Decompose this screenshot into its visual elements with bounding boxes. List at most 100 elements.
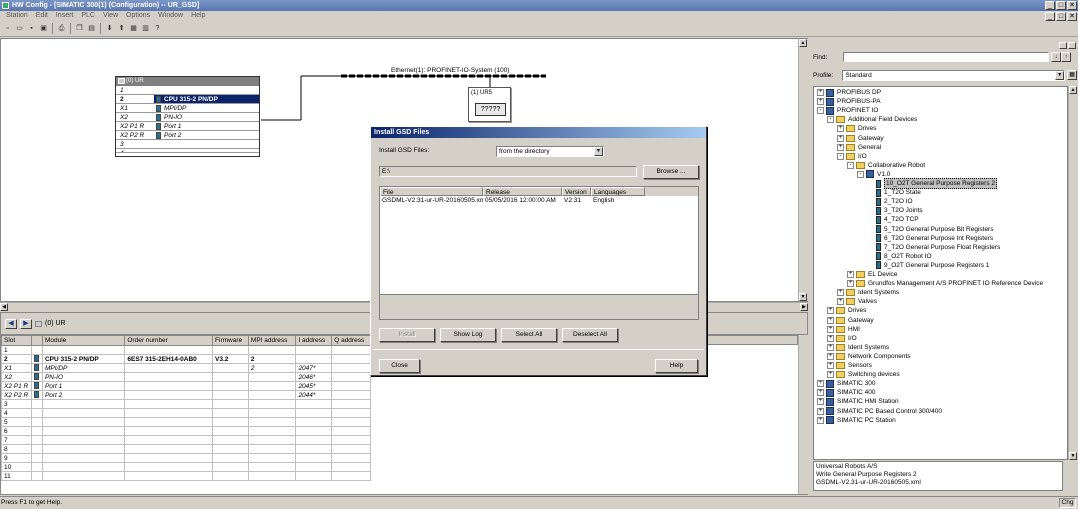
collapse-icon[interactable]: - xyxy=(817,107,824,115)
minimize-button[interactable]: _ xyxy=(1045,1,1055,10)
tree-node[interactable]: + Ident Systems xyxy=(827,343,889,352)
tree-node[interactable]: + General xyxy=(837,143,881,152)
tree-node[interactable]: - Collaborative Robot xyxy=(847,161,925,170)
menu-plc[interactable]: PLC xyxy=(77,11,99,21)
table-row[interactable]: 2 CPU 315-2 PN/DP 6ES7 315-2EH14-0AB0 V3.2 2 xyxy=(1,354,371,364)
table-row[interactable]: 9 xyxy=(1,453,371,463)
expand-icon[interactable]: + xyxy=(827,352,834,360)
column-release[interactable]: Release xyxy=(483,187,562,196)
menu-edit[interactable]: Edit xyxy=(32,11,52,21)
module-table[interactable]: Slot Module Order number Firmware MPI ad… xyxy=(1,335,371,481)
expand-icon[interactable]: + xyxy=(847,280,854,288)
forward-arrow-icon[interactable]: ▶ xyxy=(20,318,32,329)
tree-node[interactable]: 10_O2T General Purpose Registers 2 xyxy=(867,178,997,189)
expand-icon[interactable]: + xyxy=(827,362,834,369)
menu-options[interactable]: Options xyxy=(122,11,154,21)
expand-icon[interactable]: + xyxy=(817,98,824,106)
rack-row[interactable]: X2 PN-IO xyxy=(116,113,259,122)
column-i-address[interactable]: I address xyxy=(295,335,333,346)
expand-icon[interactable]: + xyxy=(817,407,824,415)
expand-icon[interactable]: + xyxy=(827,316,834,324)
browse-button[interactable]: Browse ... xyxy=(643,165,699,179)
tree-node[interactable]: 8_O2T Robot IO xyxy=(867,252,932,261)
table-row[interactable]: 11 xyxy=(1,471,371,481)
upload-icon[interactable]: ⬆ xyxy=(116,23,127,34)
collapse-icon[interactable]: - xyxy=(847,161,854,169)
doc-restore-button[interactable]: □ xyxy=(1056,12,1066,21)
expand-icon[interactable]: + xyxy=(827,371,834,379)
catalog-tree[interactable]: + PROFIBUS DP + PROFIBUS-PA - PROFINET IO - Add… xyxy=(813,86,1068,460)
scroll-up-arrow[interactable]: ▲ xyxy=(799,39,807,47)
expand-icon[interactable]: + xyxy=(827,334,834,342)
scroll-up-arrow[interactable]: ▲ xyxy=(1069,86,1077,94)
column-languages[interactable]: Languages xyxy=(591,187,645,196)
new-icon[interactable]: ▫ xyxy=(2,23,13,34)
copy-icon[interactable]: ❐ xyxy=(74,23,85,34)
expand-icon[interactable]: + xyxy=(817,89,824,96)
tree-node[interactable]: - Additional Field Devices xyxy=(827,115,917,124)
tree-node[interactable]: + Drives xyxy=(837,124,876,133)
scroll-down-arrow[interactable]: ▼ xyxy=(799,293,807,301)
tree-node[interactable]: + Ident Systems xyxy=(837,288,899,297)
expand-icon[interactable]: + xyxy=(827,325,834,333)
tree-node[interactable]: 5_T2O General Purpose Bit Registers xyxy=(867,225,993,234)
show-log-button[interactable]: Show Log xyxy=(440,328,496,342)
scroll-right-arrow[interactable]: ▶ xyxy=(800,303,808,311)
chevron-down-icon[interactable]: ▼ xyxy=(594,147,603,156)
install-button[interactable]: Install xyxy=(379,328,435,342)
io-device-ur5[interactable]: (1) UR5 ????? xyxy=(468,87,511,122)
tree-node[interactable]: + PROFIBUS-PA xyxy=(817,97,881,106)
tree-node[interactable]: 9_O2T General Purpose Registers 1 xyxy=(867,261,989,270)
tree-node[interactable]: 7_T2O General Purpose Float Registers xyxy=(867,243,1000,252)
tree-node[interactable]: + Sensors xyxy=(827,361,872,370)
tree-node[interactable]: + Gateway xyxy=(827,316,874,325)
rack-row[interactable]: X1 MPI/DP xyxy=(116,104,259,113)
chevron-down-icon[interactable]: ▼ xyxy=(1055,70,1065,80)
expand-icon[interactable]: + xyxy=(817,416,824,424)
rack-row[interactable]: 2 CPU 315-2 PN/DP xyxy=(116,95,259,104)
column-slot[interactable]: Slot xyxy=(1,335,32,346)
directory-path-field[interactable]: E:\ xyxy=(379,166,637,177)
expand-icon[interactable]: + xyxy=(827,343,834,351)
expand-icon[interactable]: + xyxy=(817,389,824,397)
expand-icon[interactable]: + xyxy=(837,143,844,151)
profile-edit-icon[interactable]: ▦ xyxy=(1067,70,1077,80)
expand-icon[interactable]: + xyxy=(837,298,844,306)
table-row[interactable]: 7 xyxy=(1,435,371,445)
catalog-close-button[interactable] xyxy=(1068,42,1076,49)
tree-node[interactable]: + Gateway xyxy=(837,134,884,143)
doc-minimize-button[interactable]: _ xyxy=(1045,12,1055,21)
tree-node[interactable]: + SIMATIC 300 xyxy=(817,379,876,388)
menu-insert[interactable]: Insert xyxy=(52,11,78,21)
menu-view[interactable]: View xyxy=(99,11,122,21)
tree-node[interactable]: + SIMATIC PC Station xyxy=(817,416,896,425)
table-row[interactable]: 8 xyxy=(1,444,371,454)
tree-node[interactable]: + EL Device xyxy=(847,270,897,279)
menu-window[interactable]: Window xyxy=(154,11,187,21)
expand-icon[interactable]: + xyxy=(837,289,844,297)
tree-node[interactable]: + I/O xyxy=(827,334,857,343)
close-button[interactable]: ✕ xyxy=(1067,1,1077,10)
column-version[interactable]: Version xyxy=(562,187,591,196)
menu-station[interactable]: Station xyxy=(2,11,32,21)
column-q-address[interactable]: Q address xyxy=(331,335,371,346)
deselect-all-button[interactable]: Deselect All xyxy=(562,328,618,342)
find-next-icon[interactable]: ↓ xyxy=(1051,52,1061,62)
table-row[interactable]: 3 xyxy=(1,399,371,409)
table-row[interactable]: X1 MPI/DP 2 2047* xyxy=(1,363,371,373)
maximize-button[interactable]: □ xyxy=(1056,1,1066,10)
doc-close-button[interactable]: ✕ xyxy=(1067,12,1077,21)
select-all-button[interactable]: Select All xyxy=(501,328,557,342)
collapse-icon[interactable]: - xyxy=(837,152,844,160)
expand-icon[interactable]: + xyxy=(847,271,854,278)
download-icon[interactable]: ⬇ xyxy=(104,23,115,34)
rack-row[interactable]: 3 xyxy=(116,140,259,149)
help-icon[interactable]: ? xyxy=(152,23,163,34)
collapse-icon[interactable]: - xyxy=(857,170,864,178)
tree-node[interactable]: 1_T2O State xyxy=(867,188,921,197)
column-icon[interactable] xyxy=(30,335,43,346)
collapse-icon[interactable]: - xyxy=(827,116,834,124)
tree-node[interactable]: + Grundfos Management A/S PROFINET IO Ref… xyxy=(847,279,1043,288)
expand-icon[interactable]: + xyxy=(817,380,824,388)
print-icon[interactable]: ⎙ xyxy=(56,23,67,34)
